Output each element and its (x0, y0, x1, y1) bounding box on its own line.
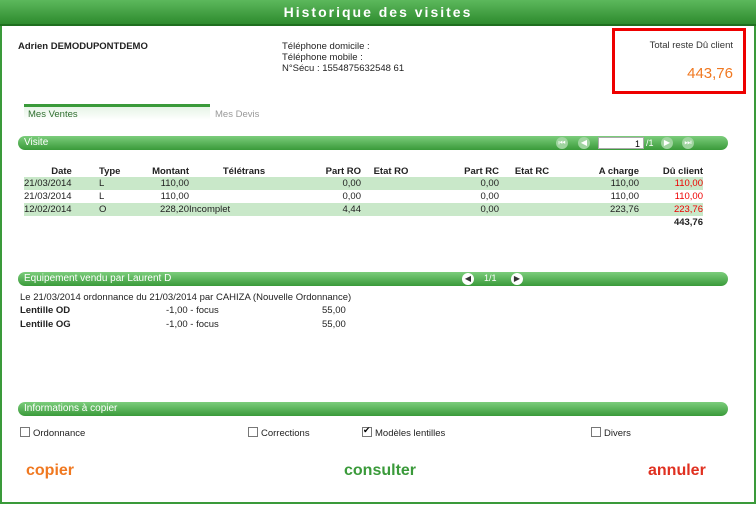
total-due-value: 443,76 (687, 65, 733, 82)
consulter-button[interactable]: consulter (344, 462, 416, 480)
cell-date: 21/03/2014 (24, 177, 99, 190)
cell-etat-ro (361, 203, 421, 216)
col-part-rc: Part RC (464, 165, 499, 177)
copy-section-title: Informations à copier (24, 403, 118, 414)
prev-page-icon[interactable]: ◀ (462, 273, 474, 285)
checkbox-label: Corrections (261, 428, 310, 439)
checkbox-icon[interactable] (248, 427, 258, 437)
lens-row-og: Lentille OG -1,00 - focus 55,00 (20, 319, 420, 331)
cell-part-ro: 0,00 (342, 191, 362, 202)
cell-du-client: 110,00 (639, 177, 703, 190)
patient-name: Adrien DEMODUPONTDEMO (18, 41, 148, 52)
phone-home-label: Téléphone domicile : (282, 41, 370, 52)
lens-correction: -1,00 - focus (166, 319, 219, 330)
cell-part-ro: 0,00 (299, 177, 361, 190)
col-a-charge: A charge (598, 165, 639, 177)
table-row[interactable]: 12/02/2014 O 228,20 Incomplet 4,44 0,00 … (24, 203, 703, 216)
equipement-section-header: Equipement vendu par Laurent D (18, 272, 728, 286)
lens-price: 55,00 (322, 319, 346, 330)
cell-part-ro: 4,44 (299, 203, 361, 216)
tab-mes-ventes[interactable]: Mes Ventes (24, 104, 210, 120)
visits-table: Date Type Montant Télétrans Part RO Etat… (24, 165, 703, 229)
col-teletrans: Télétrans (222, 165, 266, 177)
table-row[interactable]: 21/03/2014 L 110,00 0,00 0,00 110,00 110… (24, 190, 703, 203)
col-etat-rc: Etat RC (514, 165, 550, 177)
cell-du-client: 110,00 (674, 191, 703, 202)
lens-row-od: Lentille OD -1,00 - focus 55,00 (20, 305, 420, 317)
checkbox-icon[interactable] (591, 427, 601, 437)
page-total: /1 (646, 138, 654, 148)
total-due-box: Total reste Dû client 443,76 (612, 28, 746, 94)
patient-info: Téléphone domicile : Téléphone mobile : … (282, 41, 404, 74)
cell-etat-ro (361, 190, 421, 203)
checkbox-label: Divers (604, 428, 631, 439)
col-date: Date (51, 165, 72, 177)
lens-price: 55,00 (322, 305, 346, 316)
prev-page-icon[interactable]: ◀ (578, 137, 590, 149)
phone-mobile-label: Téléphone mobile : (282, 52, 363, 63)
col-du-client: Dû client (662, 165, 703, 177)
page-number-input[interactable]: 1 (598, 137, 644, 149)
cell-type: L (99, 177, 133, 190)
next-page-icon[interactable]: ▶ (511, 273, 523, 285)
cell-etat-rc (499, 177, 565, 190)
visite-section-title: Visite (24, 137, 49, 148)
cell-teletrans (189, 190, 299, 203)
cell-etat-rc (499, 203, 565, 216)
cell-a-charge: 223,76 (565, 203, 639, 216)
checkbox-corrections[interactable]: Corrections (248, 427, 310, 439)
col-type: Type (99, 165, 121, 177)
checkbox-ordonnance[interactable]: Ordonnance (20, 427, 85, 439)
copier-button[interactable]: copier (26, 462, 74, 480)
lens-label: Lentille OG (20, 319, 71, 330)
copy-section-header: Informations à copier (18, 402, 728, 416)
checkbox-checked-icon[interactable] (362, 425, 372, 437)
equipement-page-indicator: 1/1 (484, 273, 497, 283)
cell-date: 12/02/2014 (24, 203, 99, 216)
checkbox-modeles-lentilles[interactable]: Modèles lentilles (362, 425, 446, 439)
cell-teletrans (189, 177, 299, 190)
total-due-label: Total reste Dû client (649, 40, 733, 51)
cell-type: L (99, 191, 105, 202)
visite-section-header: Visite ⏮ ◀ 1 /1 ▶ ⏭ (18, 136, 728, 150)
next-page-icon[interactable]: ▶ (661, 137, 673, 149)
annuler-button[interactable]: annuler (648, 462, 706, 480)
cell-teletrans: Incomplet (189, 203, 299, 216)
cell-type: O (99, 203, 133, 216)
secu-number: N°Sécu : 1554875632548 61 (282, 63, 405, 74)
tab-mes-devis[interactable]: Mes Devis (215, 109, 259, 120)
cell-part-rc: 0,00 (421, 203, 499, 216)
cell-montant: 110,00 (160, 191, 189, 202)
equipement-section-title: Equipement vendu par Laurent D (24, 273, 172, 284)
cell-date: 21/03/2014 (24, 191, 72, 202)
last-page-icon[interactable]: ⏭ (682, 137, 694, 149)
table-header-row: Date Type Montant Télétrans Part RO Etat… (24, 165, 703, 177)
checkbox-divers[interactable]: Divers (591, 427, 631, 439)
cell-part-rc: 0,00 (421, 177, 499, 190)
window-title: Historique des visites (0, 0, 756, 26)
col-montant: Montant (152, 165, 189, 177)
lens-label: Lentille OD (20, 305, 71, 316)
cell-etat-ro (361, 177, 421, 190)
lens-correction: -1,00 - focus (166, 305, 219, 316)
cell-du-client: 223,76 (639, 203, 703, 216)
cell-total-du: 443,76 (673, 217, 703, 228)
col-etat-ro: Etat RO (373, 165, 409, 177)
first-page-icon[interactable]: ⏮ (556, 137, 568, 149)
cell-a-charge: 110,00 (565, 177, 639, 190)
checkbox-label: Ordonnance (33, 428, 86, 439)
table-row[interactable]: 21/03/2014 L 110,00 0,00 0,00 110,00 110… (24, 177, 703, 190)
checkbox-icon[interactable] (20, 427, 30, 437)
col-part-ro: Part RO (325, 165, 361, 177)
ordonnance-line: Le 21/03/2014 ordonnance du 21/03/2014 p… (20, 292, 352, 303)
cell-montant: 228,20 (133, 203, 189, 216)
cell-a-charge: 110,00 (610, 191, 639, 202)
cell-montant: 110,00 (133, 177, 189, 190)
cell-part-rc: 0,00 (480, 191, 500, 202)
cell-etat-rc (499, 190, 565, 203)
table-total-row: 443,76 (24, 216, 703, 229)
checkbox-label: Modèles lentilles (375, 428, 446, 439)
